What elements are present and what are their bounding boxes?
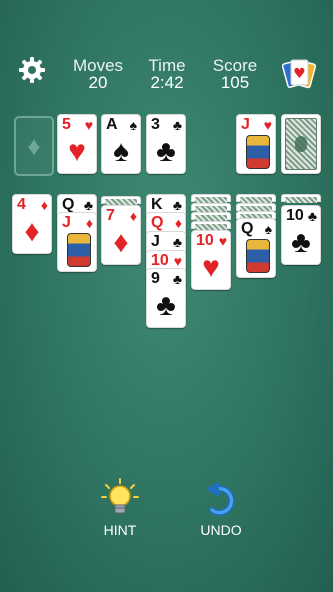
club-icon: ♣ (83, 197, 93, 213)
heart-icon: ♥ (202, 251, 220, 284)
tableau-card[interactable]: 9 ♣ ♣ (146, 268, 186, 328)
tableau-card[interactable]: 7 ♦ ♦ (101, 205, 141, 265)
settings-gear-icon[interactable] (18, 56, 46, 84)
foundation-card[interactable]: 5 ♥ ♥ (57, 114, 97, 174)
club-icon: ♣ (172, 117, 182, 133)
time-value: 2:42 (150, 73, 184, 92)
club-icon: ♣ (172, 234, 182, 250)
svg-text:♥: ♥ (293, 66, 306, 82)
diamond-icon: ♦ (129, 208, 137, 224)
club-icon: ♣ (172, 271, 182, 287)
spade-icon: ♠ (129, 117, 137, 133)
stock-pile[interactable] (281, 114, 321, 174)
tableau-card[interactable]: 10 ♣ ♣ (281, 205, 321, 265)
hint-label: HINT (103, 522, 137, 538)
card-rank: 5 (62, 116, 71, 133)
card-rank: 3 (151, 116, 160, 133)
facedown-card (191, 194, 231, 203)
jack-figure-icon (67, 233, 91, 267)
moves-label: Moves (72, 56, 124, 75)
facedown-card (101, 196, 141, 205)
tableau-card[interactable]: Q ♠ (236, 218, 276, 278)
card-back-emblem-icon (295, 136, 307, 152)
heart-icon: ♥ (84, 117, 93, 133)
score-label: Score (212, 56, 258, 75)
score-value: 105 (220, 73, 250, 92)
card-rank: 4 (17, 196, 26, 213)
card-rank: J (62, 214, 71, 231)
card-rank: 10 (196, 232, 214, 249)
card-rank: J (241, 116, 250, 133)
facedown-card (236, 203, 276, 212)
tableau-card[interactable]: 4 ♦ ♦ (12, 194, 52, 254)
spade-icon: ♠ (113, 135, 129, 168)
facedown-card (191, 221, 231, 230)
tableau-card[interactable]: 10 ♥ ♥ (191, 230, 231, 290)
foundation-slot-empty[interactable]: ♦ (14, 116, 54, 176)
foundation-card[interactable]: 3 ♣ ♣ (146, 114, 186, 174)
diamond-icon: ♦ (24, 215, 40, 248)
diamond-placeholder-icon: ♦ (27, 131, 41, 161)
club-icon: ♣ (307, 208, 317, 224)
heart-icon: ♥ (263, 117, 272, 133)
lightbulb-icon (101, 478, 139, 514)
tableau-card[interactable]: J ♦ (57, 212, 97, 272)
club-icon: ♣ (156, 135, 176, 168)
diamond-icon: ♦ (85, 215, 93, 231)
facedown-card (191, 212, 231, 221)
undo-arrow-icon (206, 482, 235, 516)
facedown-card (191, 203, 231, 212)
foundation-card[interactable]: A ♠ ♠ (101, 114, 141, 174)
card-rank: Q (151, 214, 164, 231)
card-rank: J (151, 233, 160, 250)
queen-figure-icon (246, 239, 270, 273)
spade-icon: ♠ (264, 221, 272, 237)
card-rank: A (106, 116, 118, 133)
score-stat: Score 105 (203, 57, 267, 92)
undo-label: UNDO (200, 522, 242, 538)
time-label: Time (148, 56, 186, 75)
undo-button[interactable]: UNDO (191, 478, 251, 540)
heart-icon: ♥ (173, 253, 182, 269)
card-rank: 10 (286, 207, 304, 224)
diamond-icon: ♦ (113, 226, 129, 259)
club-icon: ♣ (156, 289, 176, 322)
heart-icon: ♥ (68, 135, 86, 168)
club-icon: ♣ (172, 197, 182, 213)
facedown-card (281, 194, 321, 203)
hint-button[interactable]: HINT (90, 478, 150, 540)
time-stat: Time 2:42 (135, 57, 199, 92)
jack-figure-icon (246, 135, 270, 169)
diamond-icon: ♦ (174, 215, 182, 231)
heart-icon: ♥ (218, 233, 227, 249)
moves-stat: Moves 20 (66, 57, 130, 92)
waste-card[interactable]: J ♥ (236, 114, 276, 174)
moves-value: 20 (88, 73, 108, 92)
card-rank: Q (241, 220, 254, 237)
diamond-icon: ♦ (40, 197, 48, 213)
card-rank: 7 (106, 207, 115, 224)
facedown-card (236, 194, 276, 203)
club-icon: ♣ (291, 226, 311, 259)
card-themes-icon[interactable]: ♥ (281, 57, 317, 89)
card-rank: 9 (151, 270, 160, 287)
